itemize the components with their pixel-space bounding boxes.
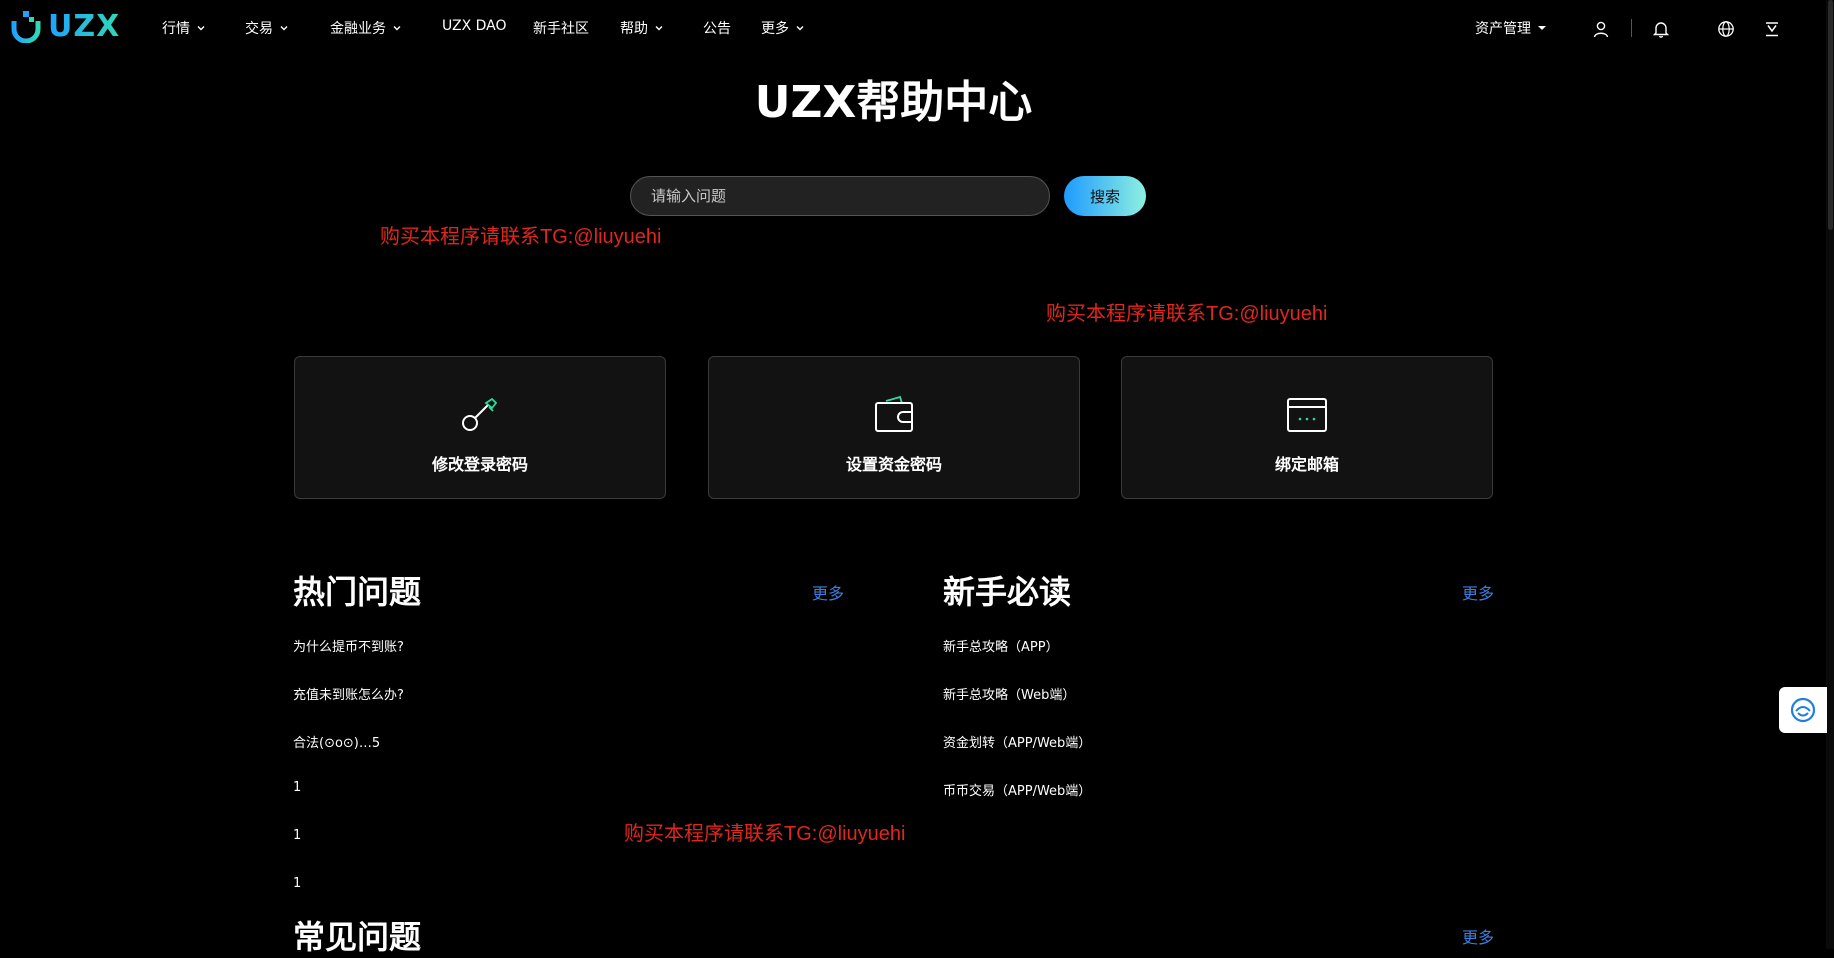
customer-service-button[interactable] — [1779, 687, 1827, 733]
newbie-more-link[interactable]: 更多 — [1462, 580, 1494, 604]
nav-item-label: 新手社区 — [533, 21, 589, 37]
chevron-down-icon — [796, 26, 804, 31]
search-button[interactable]: 搜索 — [1064, 176, 1146, 216]
watermark-text: 购买本程序请联系TG:@liuyuehi — [624, 823, 906, 845]
asset-management-label: 资产管理 — [1475, 21, 1531, 37]
newbie-item[interactable]: 新手总攻略（APP） — [943, 636, 1059, 655]
scrollbar-thumb[interactable] — [1828, 0, 1833, 230]
chevron-down-icon — [393, 26, 401, 31]
top-navbar: UZX 行情 交易 金融业务 UZX DAO 新手社区 帮助 公告 更多 资产管… — [0, 0, 1834, 58]
nav-item-label: 金融业务 — [330, 21, 386, 37]
nav-item-help[interactable]: 帮助 — [620, 18, 664, 38]
bell-icon[interactable] — [1650, 18, 1672, 40]
faq-more-link[interactable]: 更多 — [1462, 924, 1494, 948]
card-bind-email[interactable]: 绑定邮箱 — [1121, 356, 1493, 499]
nav-divider — [1631, 19, 1632, 37]
nav-item-trade[interactable]: 交易 — [245, 18, 289, 38]
watermark-text: 购买本程序请联系TG:@liuyuehi — [1046, 303, 1328, 325]
chevron-down-icon — [197, 26, 205, 31]
nav-item-label: 帮助 — [620, 21, 648, 37]
hot-questions-title: 热门问题 — [293, 573, 422, 611]
globe-icon[interactable] — [1715, 18, 1737, 40]
nav-item-market[interactable]: 行情 — [162, 18, 206, 38]
chevron-down-icon — [655, 26, 663, 31]
card-label: 设置资金密码 — [845, 455, 942, 474]
nav-item-label: 行情 — [162, 21, 190, 37]
nav-item-label: UZX DAO — [442, 18, 507, 34]
nav-item-label: 交易 — [245, 21, 273, 37]
user-icon[interactable] — [1590, 18, 1612, 40]
hot-question-item[interactable]: 1 — [293, 828, 301, 843]
customer-service-icon — [1790, 697, 1816, 723]
nav-item-label: 公告 — [703, 21, 731, 37]
hot-question-item[interactable]: 1 — [293, 780, 301, 795]
wallet-icon — [875, 395, 913, 432]
newbie-item[interactable]: 币币交易（APP/Web端） — [943, 780, 1091, 799]
card-change-login-password[interactable]: 修改登录密码 — [294, 356, 666, 499]
card-label: 绑定邮箱 — [1274, 455, 1339, 474]
page-scrollbar[interactable] — [1826, 0, 1834, 949]
logo-text: UZX — [48, 8, 121, 44]
download-icon[interactable] — [1761, 18, 1783, 40]
nav-item-announcement[interactable]: 公告 — [703, 18, 731, 38]
newbie-title: 新手必读 — [943, 573, 1072, 611]
key-icon — [462, 397, 498, 431]
hot-question-item[interactable]: 合法(⊙o⊙)…5 — [293, 732, 380, 751]
nav-item-label: 更多 — [761, 21, 789, 37]
newbie-item[interactable]: 新手总攻略（Web端） — [943, 684, 1075, 703]
nav-item-more[interactable]: 更多 — [761, 18, 805, 38]
card-set-fund-password[interactable]: 设置资金密码 — [708, 356, 1080, 499]
hot-question-item[interactable]: 充值未到账怎么办? — [293, 684, 404, 703]
watermark-text: 购买本程序请联系TG:@liuyuehi — [380, 226, 662, 248]
nav-item-uzx-dao[interactable]: UZX DAO — [442, 18, 507, 34]
hot-question-item[interactable]: 为什么提币不到账? — [293, 636, 404, 655]
caret-down-icon — [1538, 26, 1546, 30]
email-card-icon — [1287, 398, 1327, 432]
logo-mark-icon — [11, 11, 41, 43]
uzx-logo[interactable]: UZX — [10, 6, 120, 46]
nav-item-community[interactable]: 新手社区 — [533, 18, 589, 38]
hot-question-item[interactable]: 1 — [293, 876, 301, 891]
hot-more-link[interactable]: 更多 — [812, 580, 844, 604]
newbie-item[interactable]: 资金划转（APP/Web端） — [943, 732, 1091, 751]
nav-item-finance[interactable]: 金融业务 — [330, 18, 402, 38]
page-title: UZX帮助中心 — [754, 77, 1033, 128]
card-label: 修改登录密码 — [431, 455, 528, 474]
search-input[interactable] — [630, 176, 1050, 216]
faq-title: 常见问题 — [293, 918, 422, 956]
chevron-down-icon — [280, 26, 288, 31]
asset-management-menu[interactable]: 资产管理 — [1475, 18, 1547, 38]
